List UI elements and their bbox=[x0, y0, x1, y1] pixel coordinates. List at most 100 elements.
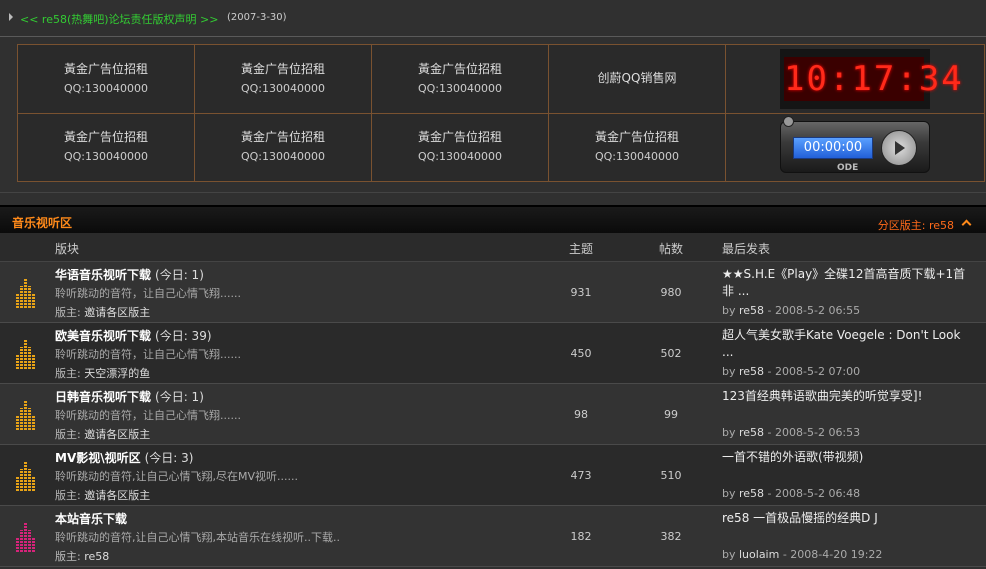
announcement-date: (2007-3-30) bbox=[227, 12, 287, 23]
forum-name[interactable]: MV影视\视听区 (今日: 3) bbox=[55, 449, 193, 466]
section-header: 音乐视听区 分区版主: re58 bbox=[0, 205, 986, 235]
by-label: by bbox=[722, 304, 736, 317]
ad-grid: 黃金广告位招租 QQ:130040000 黃金广告位招租 QQ:13004000… bbox=[17, 44, 985, 182]
ad-cell[interactable]: 黃金广告位招租 QQ:130040000 bbox=[17, 44, 195, 114]
last-post-author[interactable]: re58 bbox=[739, 365, 764, 378]
ad-contact: QQ:130040000 bbox=[240, 81, 325, 95]
equalizer-bar bbox=[16, 294, 19, 308]
volume-knob-icon[interactable] bbox=[783, 116, 794, 128]
announcement-link[interactable]: << re58(热舞吧)论坛责任版权声明 >> bbox=[20, 11, 219, 27]
forum-name-label[interactable]: 华语音乐视听下载 bbox=[55, 268, 151, 282]
last-post-title[interactable]: re58 一首极品慢摇的经典D J bbox=[722, 510, 972, 527]
arrow-right-icon bbox=[9, 13, 13, 21]
ad-contact: QQ:130040000 bbox=[417, 150, 502, 164]
section-title[interactable]: 音乐视听区 bbox=[12, 214, 72, 231]
forum-description: 聆听跳动的音符,让自己心情飞翔,尽在MV视听...... bbox=[55, 470, 298, 483]
last-post-author[interactable]: re58 bbox=[739, 487, 764, 500]
moderator-link[interactable]: 邀请各区版主 bbox=[84, 306, 150, 319]
moderator-link[interactable]: 邀请各区版主 bbox=[84, 489, 150, 502]
ad-cell[interactable]: 黃金广告位招租 QQ:130040000 bbox=[194, 112, 372, 182]
forum-description: 聆听跳动的音符，让自己心情飞翔...... bbox=[55, 287, 241, 300]
ad-title[interactable]: 黃金广告位招租 bbox=[372, 128, 548, 147]
last-post-title[interactable]: 123首经典韩语歌曲完美的听觉享受]! bbox=[722, 388, 972, 405]
equalizer-bar bbox=[28, 408, 31, 430]
last-post-time: - 2008-5-2 06:55 bbox=[767, 304, 861, 317]
forum-name-label[interactable]: MV影视\视听区 bbox=[55, 451, 141, 465]
equalizer-icon bbox=[16, 276, 38, 308]
forum-row: 华语音乐视听下载 (今日: 1) 聆听跳动的音符，让自己心情飞翔...... 版主: … bbox=[0, 262, 986, 323]
forum-moderators: 版主: 邀请各区版主 bbox=[55, 426, 150, 442]
forum-row: MV影视\视听区 (今日: 3) 聆听跳动的音符,让自己心情飞翔,尽在MV视听...… bbox=[0, 445, 986, 506]
ad-contact: QQ:130040000 bbox=[63, 150, 148, 164]
by-label: by bbox=[722, 548, 736, 561]
moderator-link[interactable]: re58 bbox=[84, 550, 109, 563]
forum-description: 聆听跳动的音符,让自己心情飞翔,本站音乐在线视听..下载.. bbox=[55, 531, 340, 544]
column-topics: 主题 bbox=[569, 242, 594, 256]
player-logo: ODE bbox=[837, 163, 859, 174]
equalizer-bar bbox=[32, 355, 35, 369]
topic-count: 98 bbox=[574, 408, 588, 421]
forum-row: 日韩音乐视听下载 (今日: 1) 聆听跳动的音符，让自己心情飞翔...... 版主: … bbox=[0, 384, 986, 445]
ad-cell[interactable]: 黃金广告位招租 QQ:130040000 bbox=[17, 112, 195, 182]
ad-title[interactable]: 黃金广告位招租 bbox=[195, 60, 371, 79]
ad-cell[interactable]: 黃金广告位招租 QQ:130040000 bbox=[371, 112, 549, 182]
digital-clock: 10:17:34 bbox=[779, 47, 962, 110]
post-count: 502 bbox=[660, 347, 682, 360]
ad-contact: QQ:130040000 bbox=[63, 81, 148, 95]
equalizer-bar bbox=[16, 416, 19, 430]
equalizer-bar bbox=[20, 469, 23, 491]
column-forum: 版块 bbox=[55, 242, 80, 256]
by-label: by bbox=[722, 426, 736, 439]
equalizer-bar bbox=[24, 522, 27, 552]
ad-title[interactable]: 黃金广告位招租 bbox=[549, 128, 725, 147]
forum-name[interactable]: 本站音乐下载 bbox=[55, 510, 131, 527]
ad-cell[interactable]: 黃金广告位招租 QQ:130040000 bbox=[548, 112, 726, 182]
equalizer-bar bbox=[28, 469, 31, 491]
by-label: by bbox=[722, 365, 736, 378]
ad-title[interactable]: 创蔚QQ销售网 bbox=[549, 69, 725, 88]
moderator-label: 版主: bbox=[55, 428, 81, 441]
ad-cell[interactable]: 黃金广告位招租 QQ:130040000 bbox=[194, 44, 372, 114]
ad-title[interactable]: 黃金广告位招租 bbox=[18, 60, 194, 79]
ad-title[interactable]: 黃金广告位招租 bbox=[372, 60, 548, 79]
last-post-title[interactable]: 超人气美女歌手Kate Voegele : Don't Look ... bbox=[722, 327, 972, 361]
post-count: 980 bbox=[660, 286, 682, 299]
forum-name-label[interactable]: 日韩音乐视听下载 bbox=[55, 390, 151, 404]
last-post-title[interactable]: ★★S.H.E《Play》全碟12首高音质下载+1首非 ... bbox=[722, 266, 972, 300]
moderator-link[interactable]: 邀请各区版主 bbox=[84, 428, 150, 441]
moderator-link[interactable]: 天空漂浮的鱼 bbox=[84, 367, 150, 380]
forum-name-label[interactable]: 本站音乐下载 bbox=[55, 512, 127, 526]
post-count: 510 bbox=[660, 469, 682, 482]
last-post-time: - 2008-4-20 19:22 bbox=[782, 548, 883, 561]
forum-row: 本站音乐下载 聆听跳动的音符,让自己心情飞翔,本站音乐在线视听..下载.. 版主: … bbox=[0, 506, 986, 567]
last-post-title[interactable]: 一首不错的外语歌(带视频) bbox=[722, 449, 972, 466]
ad-title[interactable]: 黃金广告位招租 bbox=[195, 128, 371, 147]
forum-name[interactable]: 日韩音乐视听下载 (今日: 1) bbox=[55, 388, 204, 405]
last-post-meta: by re58 - 2008-5-2 06:48 bbox=[722, 487, 860, 500]
chevron-up-icon[interactable] bbox=[961, 219, 972, 230]
play-icon[interactable] bbox=[881, 130, 917, 167]
forum-name-label[interactable]: 欧美音乐视听下载 bbox=[55, 329, 151, 343]
column-last-post: 最后发表 bbox=[722, 242, 771, 256]
equalizer-bar bbox=[20, 347, 23, 369]
moderator-label: 版主: bbox=[55, 367, 81, 380]
equalizer-bar bbox=[16, 538, 19, 552]
last-post-time: - 2008-5-2 06:48 bbox=[767, 487, 861, 500]
equalizer-bar bbox=[32, 294, 35, 308]
column-header: 版块 主题 帖数 最后发表 bbox=[0, 233, 986, 262]
forum-name[interactable]: 欧美音乐视听下载 (今日: 39) bbox=[55, 327, 212, 344]
ad-cell[interactable]: 创蔚QQ销售网 bbox=[548, 44, 726, 114]
last-post-author[interactable]: re58 bbox=[739, 304, 764, 317]
last-post-author[interactable]: luolaim bbox=[739, 548, 779, 561]
last-post-meta: by re58 - 2008-5-2 07:00 bbox=[722, 365, 860, 378]
ad-cell[interactable]: 黃金广告位招租 QQ:130040000 bbox=[371, 44, 549, 114]
ad-title[interactable]: 黃金广告位招租 bbox=[18, 128, 194, 147]
forum-name[interactable]: 华语音乐视听下载 (今日: 1) bbox=[55, 266, 204, 283]
player-cell: 00:00:00 ODE bbox=[725, 112, 985, 182]
equalizer-bar bbox=[24, 461, 27, 491]
by-label: by bbox=[722, 487, 736, 500]
section-moderator[interactable]: 分区版主: re58 bbox=[878, 217, 954, 233]
topic-count: 473 bbox=[570, 469, 592, 482]
last-post-author[interactable]: re58 bbox=[739, 426, 764, 439]
forum-description: 聆听跳动的音符，让自己心情飞翔...... bbox=[55, 409, 241, 422]
